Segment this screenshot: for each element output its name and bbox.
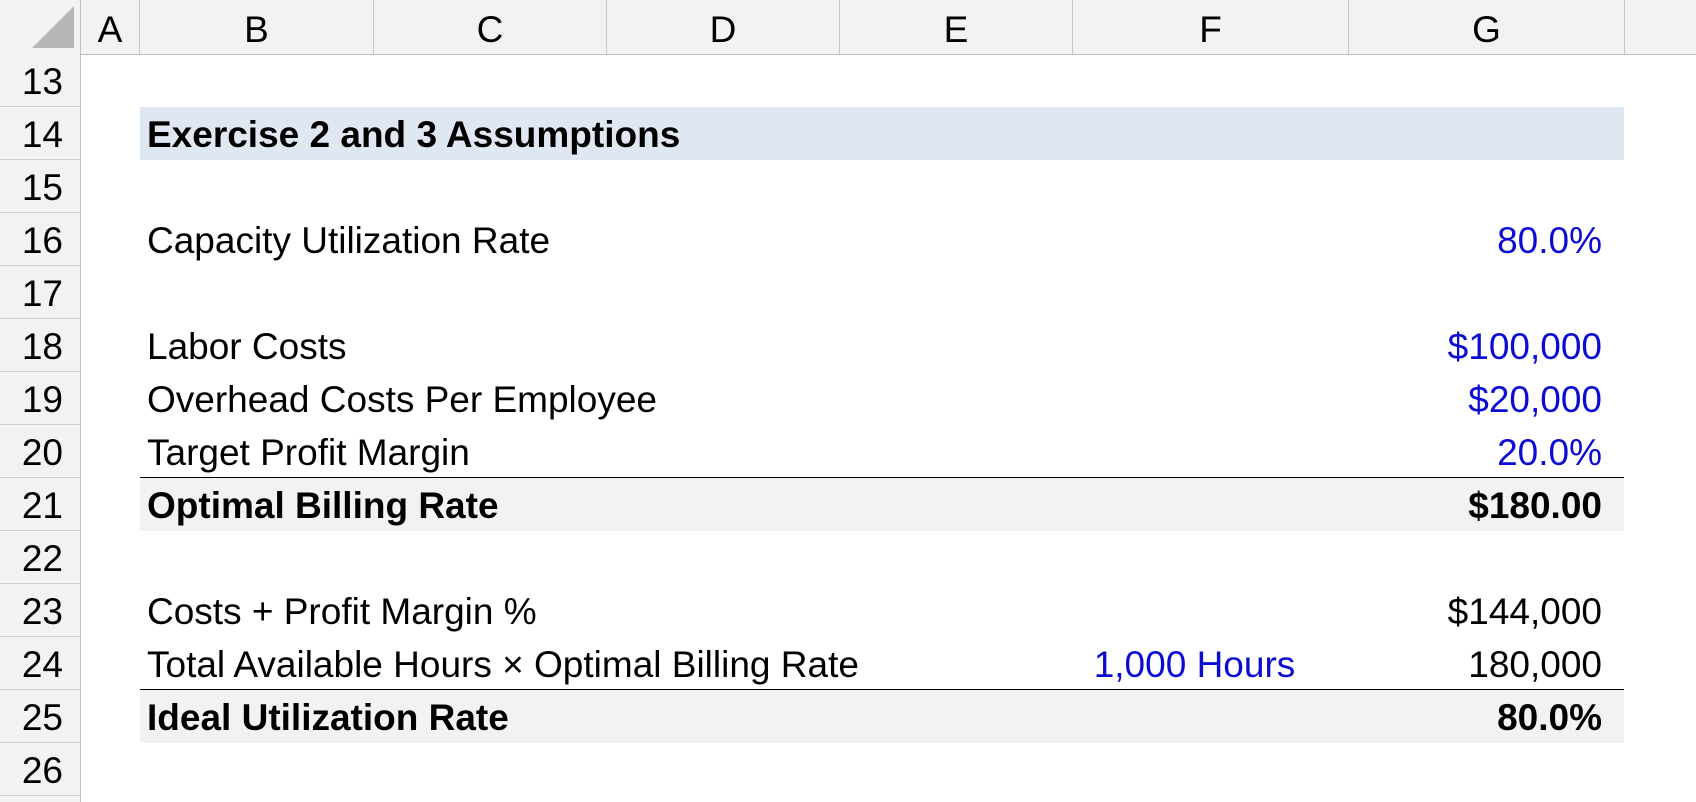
column-header-g[interactable]: G	[1349, 0, 1625, 54]
row-header-19[interactable]: 19	[0, 372, 80, 425]
overhead-costs-value[interactable]: $20,000	[1468, 372, 1602, 425]
column-header-f[interactable]: F	[1073, 0, 1349, 54]
available-hours-label[interactable]: Total Available Hours × Optimal Billing …	[147, 637, 859, 690]
column-header-c[interactable]: C	[374, 0, 607, 54]
row-header-18[interactable]: 18	[0, 319, 80, 372]
overhead-costs-label[interactable]: Overhead Costs Per Employee	[147, 372, 657, 425]
select-all-button[interactable]	[0, 0, 81, 54]
row-header-24[interactable]: 24	[0, 637, 80, 690]
ideal-utilization-label[interactable]: Ideal Utilization Rate	[147, 690, 509, 743]
row-header-16[interactable]: 16	[0, 213, 80, 266]
labor-costs-label[interactable]: Labor Costs	[147, 319, 347, 372]
row-header-23[interactable]: 23	[0, 584, 80, 637]
optimal-billing-rate-label[interactable]: Optimal Billing Rate	[147, 478, 499, 531]
row-header-15[interactable]: 15	[0, 160, 80, 213]
section-title[interactable]: Exercise 2 and 3 Assumptions	[147, 107, 680, 160]
ideal-utilization-value[interactable]: 80.0%	[1497, 690, 1602, 743]
column-header-bar: A B C D E F G	[0, 0, 1696, 55]
optimal-billing-rate-value[interactable]: $180.00	[1468, 478, 1602, 531]
costs-profit-margin-label[interactable]: Costs + Profit Margin %	[147, 584, 537, 637]
capacity-utilization-value[interactable]: 80.0%	[1497, 213, 1602, 266]
available-hours-input[interactable]: 1,000 Hours	[1072, 637, 1317, 690]
row-header-bar: 13 14 15 16 17 18 19 20 21 22 23 24 25 2…	[0, 54, 81, 802]
row-header-17[interactable]: 17	[0, 266, 80, 319]
row-header-26[interactable]: 26	[0, 743, 80, 796]
row-header-21[interactable]: 21	[0, 478, 80, 531]
labor-costs-value[interactable]: $100,000	[1448, 319, 1602, 372]
column-header-d[interactable]: D	[607, 0, 840, 54]
row-header-22[interactable]: 22	[0, 531, 80, 584]
select-all-triangle-icon	[32, 6, 74, 48]
row-header-14[interactable]: 14	[0, 107, 80, 160]
costs-profit-margin-value[interactable]: $144,000	[1448, 584, 1602, 637]
target-profit-margin-value[interactable]: 20.0%	[1497, 425, 1602, 478]
row-header-25[interactable]: 25	[0, 690, 80, 743]
capacity-utilization-label[interactable]: Capacity Utilization Rate	[147, 213, 550, 266]
column-header-e[interactable]: E	[840, 0, 1073, 54]
available-hours-value[interactable]: 180,000	[1468, 637, 1602, 690]
column-header-a[interactable]: A	[81, 0, 140, 54]
target-profit-margin-label[interactable]: Target Profit Margin	[147, 425, 470, 478]
spreadsheet: A B C D E F G 13 14 15 16 17 18 19 20 21…	[0, 0, 1696, 802]
row-header-13[interactable]: 13	[0, 54, 80, 107]
row-header-20[interactable]: 20	[0, 425, 80, 478]
column-header-b[interactable]: B	[140, 0, 374, 54]
